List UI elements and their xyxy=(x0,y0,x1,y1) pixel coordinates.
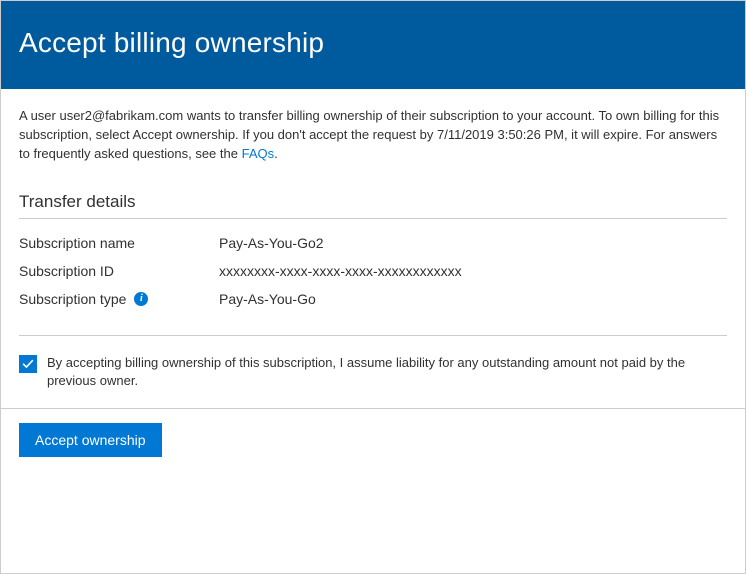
detail-value: Pay-As-You-Go2 xyxy=(219,235,324,251)
detail-label-text: Subscription type xyxy=(19,291,126,307)
accept-liability-row: By accepting billing ownership of this s… xyxy=(19,354,727,390)
detail-label: Subscription type i xyxy=(19,291,219,307)
detail-row-subscription-name: Subscription name Pay-As-You-Go2 xyxy=(19,235,727,251)
detail-row-subscription-id: Subscription ID xxxxxxxx-xxxx-xxxx-xxxx-… xyxy=(19,263,727,279)
detail-label-text: Subscription name xyxy=(19,235,135,251)
intro-text-before: A user user2@fabrikam.com wants to trans… xyxy=(19,108,719,161)
info-icon[interactable]: i xyxy=(134,292,148,306)
checkmark-icon xyxy=(22,358,34,370)
detail-label: Subscription name xyxy=(19,235,219,251)
faqs-link[interactable]: FAQs xyxy=(242,146,275,161)
intro-paragraph: A user user2@fabrikam.com wants to trans… xyxy=(19,107,727,164)
accept-liability-text: By accepting billing ownership of this s… xyxy=(47,354,727,390)
detail-value: xxxxxxxx-xxxx-xxxx-xxxx-xxxxxxxxxxxx xyxy=(219,263,462,279)
detail-value: Pay-As-You-Go xyxy=(219,291,316,307)
accept-liability-checkbox[interactable] xyxy=(19,355,37,373)
page-title: Accept billing ownership xyxy=(19,27,727,59)
detail-row-subscription-type: Subscription type i Pay-As-You-Go xyxy=(19,291,727,307)
page-content: A user user2@fabrikam.com wants to trans… xyxy=(1,89,745,390)
page-footer: Accept ownership xyxy=(1,408,745,479)
transfer-details-heading: Transfer details xyxy=(19,192,727,219)
intro-text-after: . xyxy=(274,146,278,161)
detail-label: Subscription ID xyxy=(19,263,219,279)
detail-label-text: Subscription ID xyxy=(19,263,114,279)
accept-ownership-button[interactable]: Accept ownership xyxy=(19,423,162,457)
divider xyxy=(19,335,727,336)
page-header: Accept billing ownership xyxy=(1,1,745,89)
